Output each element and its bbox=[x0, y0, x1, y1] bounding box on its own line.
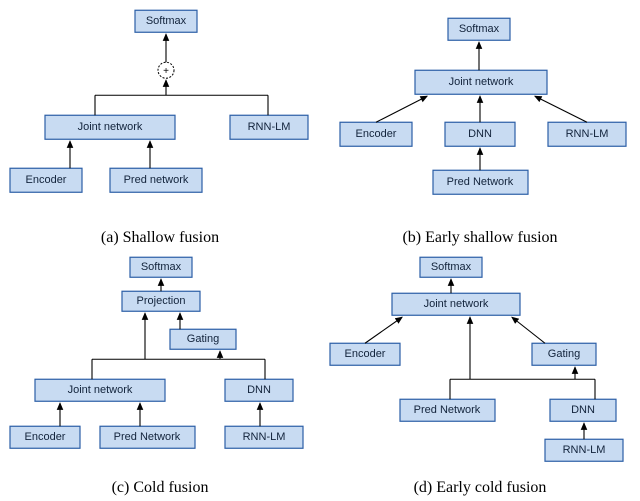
arrow-enc-joint bbox=[376, 96, 427, 122]
label-dnn: DNN bbox=[468, 128, 492, 140]
label-encoder: Encoder bbox=[25, 431, 66, 443]
label-joint: Joint network bbox=[424, 298, 489, 310]
label-softmax: Softmax bbox=[141, 261, 182, 273]
label-dnn: DNN bbox=[571, 404, 595, 416]
label-encoder: Encoder bbox=[356, 128, 397, 140]
label-encoder: Encoder bbox=[26, 174, 67, 186]
label-rnnlm: RNN-LM bbox=[243, 431, 286, 443]
panel-d: Softmax Joint network Encoder Gating Pre… bbox=[320, 251, 640, 501]
label-encoder: Encoder bbox=[345, 348, 386, 360]
label-softmax: Softmax bbox=[146, 15, 187, 27]
label-joint: Joint network bbox=[68, 384, 133, 396]
label-rnnlm: RNN-LM bbox=[563, 444, 606, 456]
arrow-enc-joint bbox=[365, 317, 402, 343]
panel-b: Softmax Joint network Encoder DNN RNN-LM… bbox=[320, 0, 640, 251]
caption-b: (b) Early shallow fusion bbox=[320, 229, 640, 247]
label-softmax: Softmax bbox=[459, 23, 500, 35]
label-projection: Projection bbox=[137, 295, 186, 307]
label-pred: Pred Network bbox=[414, 404, 481, 416]
caption-d: (d) Early cold fusion bbox=[320, 479, 640, 497]
label-softmax: Softmax bbox=[431, 261, 472, 273]
label-pred: Pred Network bbox=[447, 176, 514, 188]
label-pred: Pred Network bbox=[114, 431, 181, 443]
caption-c: (c) Cold fusion bbox=[0, 479, 320, 497]
label-dnn: DNN bbox=[247, 384, 271, 396]
caption-a: (a) Shallow fusion bbox=[0, 229, 320, 247]
label-joint: Joint network bbox=[78, 121, 143, 133]
label-gating: Gating bbox=[548, 348, 580, 360]
label-joint: Joint network bbox=[449, 76, 514, 88]
panel-c: Softmax Projection Gating Joint network … bbox=[0, 251, 320, 501]
label-rnnlm: RNN-LM bbox=[566, 128, 609, 140]
label-pred: Pred network bbox=[124, 174, 189, 186]
plus-label: + bbox=[163, 66, 169, 77]
label-rnnlm: RNN-LM bbox=[248, 121, 291, 133]
panel-a: Softmax + Joint network RNN-LM Encoder P… bbox=[0, 0, 320, 251]
arrow-rnnlm-joint bbox=[535, 96, 587, 122]
arrow-gating-joint bbox=[512, 317, 545, 343]
label-gating: Gating bbox=[187, 333, 219, 345]
diagram-grid: Softmax + Joint network RNN-LM Encoder P… bbox=[0, 0, 640, 501]
